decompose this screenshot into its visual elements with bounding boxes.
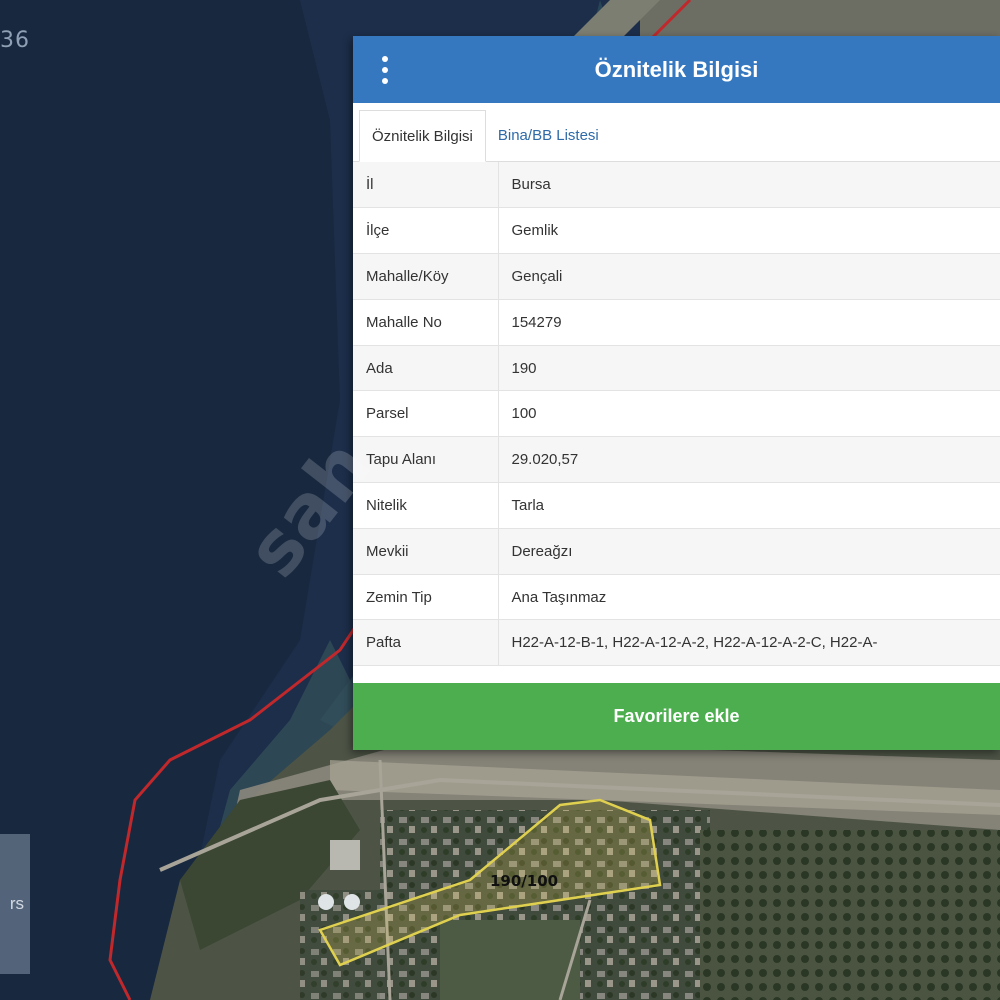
- table-row: Mahalle No 154279: [353, 299, 1000, 346]
- table-row: Ada 190: [353, 345, 1000, 392]
- table-row: Nitelik Tarla: [353, 482, 1000, 529]
- attribute-value: Gençali: [498, 253, 1000, 300]
- tab-building-list[interactable]: Bina/BB Listesi: [486, 109, 611, 161]
- map-side-button[interactable]: rs: [0, 834, 30, 974]
- panel-header: Öznitelik Bilgisi: [353, 36, 1000, 103]
- attribute-value: Gemlik: [498, 207, 1000, 255]
- attribute-value: 29.020,57: [498, 436, 1000, 484]
- table-row: Parsel 100: [353, 390, 1000, 438]
- attribute-panel: Öznitelik Bilgisi Öznitelik Bilgisi Bina…: [353, 36, 1000, 750]
- attribute-key: Parsel: [353, 390, 499, 438]
- attribute-value: H22-A-12-B-1, H22-A-12-A-2, H22-A-12-A-2…: [498, 619, 1000, 667]
- parcel-label: 190/100: [490, 872, 559, 890]
- table-row: Mahalle/Köy Gençali: [353, 253, 1000, 300]
- kebab-menu-icon[interactable]: [377, 56, 393, 84]
- attribute-value: Tarla: [498, 482, 1000, 529]
- attribute-value: Dereağzı: [498, 528, 1000, 575]
- add-favorite-button[interactable]: Favorilere ekle: [353, 683, 1000, 750]
- table-row: İl Bursa: [353, 162, 1000, 209]
- attribute-table: İl Bursa İlçe Gemlik Mahalle/Köy Gençali…: [353, 162, 1000, 667]
- attribute-key: Nitelik: [353, 482, 499, 529]
- coordinate-readout: 36: [0, 28, 30, 53]
- attribute-key: Pafta: [353, 619, 499, 667]
- attribute-key: İl: [353, 162, 499, 209]
- attribute-key: İlçe: [353, 207, 499, 255]
- table-row: İlçe Gemlik: [353, 207, 1000, 255]
- attribute-value: 190: [498, 345, 1000, 392]
- table-row: Mevkii Dereağzı: [353, 528, 1000, 575]
- attribute-value: 100: [498, 390, 1000, 438]
- attribute-key: Zemin Tip: [353, 574, 499, 621]
- attribute-key: Mahalle/Köy: [353, 253, 499, 300]
- attribute-key: Mevkii: [353, 528, 499, 575]
- add-favorite-button-label: Favorilere ekle: [613, 706, 740, 726]
- attribute-key: Ada: [353, 345, 499, 392]
- tab-attribute-info[interactable]: Öznitelik Bilgisi: [359, 110, 486, 162]
- tab-bar: Öznitelik Bilgisi Bina/BB Listesi: [353, 103, 1000, 162]
- attribute-value: 154279: [498, 299, 1000, 346]
- table-row: Tapu Alanı 29.020,57: [353, 436, 1000, 484]
- attribute-key: Mahalle No: [353, 299, 499, 346]
- panel-title: Öznitelik Bilgisi: [594, 56, 759, 82]
- attribute-value: Bursa: [498, 162, 1000, 209]
- map-side-button-label: rs: [9, 894, 24, 913]
- table-row: Pafta H22-A-12-B-1, H22-A-12-A-2, H22-A-…: [353, 619, 1000, 667]
- attribute-value: Ana Taşınmaz: [498, 574, 1000, 621]
- attribute-key: Tapu Alanı: [353, 436, 499, 484]
- table-row: Zemin Tip Ana Taşınmaz: [353, 574, 1000, 621]
